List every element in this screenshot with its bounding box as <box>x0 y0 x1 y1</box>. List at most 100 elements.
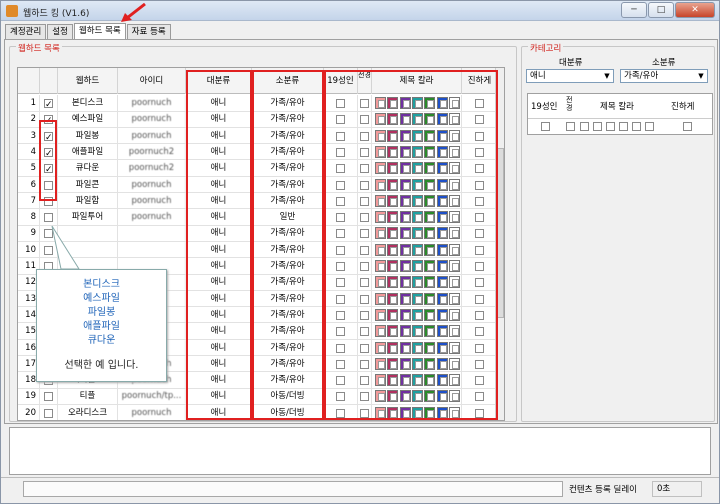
color-swatch[interactable] <box>375 390 386 403</box>
minor-category[interactable]: 가족/유아 <box>252 290 324 307</box>
major-category[interactable]: 애니 <box>186 225 252 242</box>
bold-checkbox[interactable] <box>475 392 484 402</box>
color-swatch[interactable] <box>424 357 436 370</box>
cat-color-checkbox[interactable] <box>580 122 589 131</box>
minor-category[interactable]: 가족/유아 <box>252 339 324 356</box>
color-swatch[interactable] <box>411 97 423 109</box>
color-swatch[interactable] <box>375 260 386 272</box>
color-swatch[interactable] <box>387 178 399 191</box>
color-swatch[interactable] <box>375 357 386 370</box>
minor-category[interactable]: 일반 <box>252 209 324 226</box>
color-swatch[interactable] <box>424 341 436 354</box>
major-category[interactable]: 애니 <box>186 176 252 193</box>
color-swatch[interactable] <box>387 227 399 240</box>
major-category[interactable]: 애니 <box>186 160 252 177</box>
major-category[interactable]: 애니 <box>186 323 252 340</box>
minor-category[interactable]: 가족/유아 <box>252 355 324 372</box>
hide-checkbox[interactable] <box>360 213 369 223</box>
row-select-checkbox[interactable] <box>44 196 53 206</box>
hide-checkbox[interactable] <box>360 115 369 125</box>
adult-checkbox[interactable] <box>336 229 345 239</box>
major-category[interactable]: 애니 <box>186 127 252 144</box>
minor-select[interactable]: 가족/유아 ▼ <box>620 69 708 83</box>
color-swatch[interactable] <box>399 129 411 142</box>
hide-checkbox[interactable] <box>360 99 369 108</box>
color-swatch[interactable] <box>448 97 460 109</box>
color-swatch[interactable] <box>411 276 423 289</box>
adult-checkbox[interactable] <box>336 196 345 206</box>
bold-checkbox[interactable] <box>475 164 484 174</box>
hide-checkbox[interactable] <box>360 278 369 288</box>
hide-checkbox[interactable] <box>360 408 369 418</box>
major-category[interactable]: 애니 <box>186 143 252 160</box>
adult-checkbox[interactable] <box>336 278 345 288</box>
bold-checkbox[interactable] <box>475 115 484 125</box>
table-row[interactable]: 9 애니 가족/유아 <box>18 225 498 242</box>
adult-checkbox[interactable] <box>336 262 345 271</box>
color-swatch[interactable] <box>387 129 399 142</box>
bold-checkbox[interactable] <box>475 131 484 141</box>
color-swatch[interactable] <box>399 276 411 289</box>
color-swatch[interactable] <box>448 178 460 191</box>
adult-checkbox[interactable] <box>336 180 345 190</box>
color-swatch[interactable] <box>424 227 436 240</box>
tab-settings[interactable]: 설정 <box>47 24 73 39</box>
table-row[interactable]: 3 파일봉poornuch애니가족/유아 <box>18 127 498 145</box>
color-swatch[interactable] <box>448 292 460 305</box>
color-swatch[interactable] <box>399 211 411 224</box>
hide-checkbox[interactable] <box>360 131 369 141</box>
major-category[interactable]: 애니 <box>186 241 252 258</box>
adult-checkbox[interactable] <box>336 310 345 320</box>
color-swatch[interactable] <box>411 357 423 370</box>
color-swatch[interactable] <box>436 325 448 338</box>
color-swatch[interactable] <box>424 129 436 142</box>
adult-checkbox[interactable] <box>336 376 345 386</box>
color-swatch[interactable] <box>387 194 399 207</box>
hide-checkbox[interactable] <box>360 180 369 190</box>
color-swatch[interactable] <box>424 211 436 224</box>
color-swatch[interactable] <box>424 325 436 338</box>
minor-category[interactable]: 가족/유아 <box>252 176 324 193</box>
color-swatch[interactable] <box>424 260 436 272</box>
color-swatch[interactable] <box>424 308 436 321</box>
color-swatch[interactable] <box>399 97 411 109</box>
color-swatch[interactable] <box>399 227 411 240</box>
color-swatch[interactable] <box>399 325 411 338</box>
color-swatch[interactable] <box>411 325 423 338</box>
minor-category[interactable]: 가족/유아 <box>252 225 324 242</box>
color-swatch[interactable] <box>411 194 423 207</box>
color-swatch[interactable] <box>448 406 460 419</box>
color-swatch[interactable] <box>436 227 448 240</box>
table-row[interactable]: 5 큐다운poornuch2애니가족/유아 <box>18 160 498 177</box>
color-swatch[interactable] <box>448 325 460 338</box>
color-swatch[interactable] <box>375 178 386 191</box>
row-select-checkbox[interactable] <box>44 130 53 144</box>
color-swatch[interactable] <box>448 374 460 387</box>
adult-checkbox[interactable] <box>336 359 345 369</box>
major-category[interactable]: 애니 <box>186 95 252 111</box>
color-swatch[interactable] <box>375 145 386 158</box>
color-swatch[interactable] <box>387 341 399 354</box>
adult-checkbox[interactable] <box>336 147 345 157</box>
color-swatch[interactable] <box>387 276 399 289</box>
bold-checkbox[interactable] <box>475 229 484 239</box>
color-swatch[interactable] <box>387 357 399 370</box>
color-swatch[interactable] <box>448 357 460 370</box>
hide-checkbox[interactable] <box>360 327 369 337</box>
table-row[interactable]: 7 파일함 poornuch 애니 가족/유아 <box>18 192 498 210</box>
table-row[interactable]: 6 파일콘 poornuch 애니 가족/유아 <box>18 176 498 194</box>
color-swatch[interactable] <box>411 292 423 305</box>
color-swatch[interactable] <box>424 292 436 305</box>
minor-category[interactable]: 아동/더빙 <box>252 388 324 405</box>
color-swatch[interactable] <box>387 374 399 387</box>
major-category[interactable]: 애니 <box>186 274 252 291</box>
minor-category[interactable]: 아동/더빙 <box>252 404 324 420</box>
table-row[interactable]: 10 애니 가족/유아 <box>18 241 498 259</box>
bold-checkbox[interactable] <box>475 408 484 418</box>
color-swatch[interactable] <box>387 97 399 109</box>
color-swatch[interactable] <box>387 308 399 321</box>
color-swatch[interactable] <box>411 211 423 224</box>
color-swatch[interactable] <box>399 113 411 126</box>
color-swatch[interactable] <box>387 292 399 305</box>
color-swatch[interactable] <box>411 243 423 256</box>
